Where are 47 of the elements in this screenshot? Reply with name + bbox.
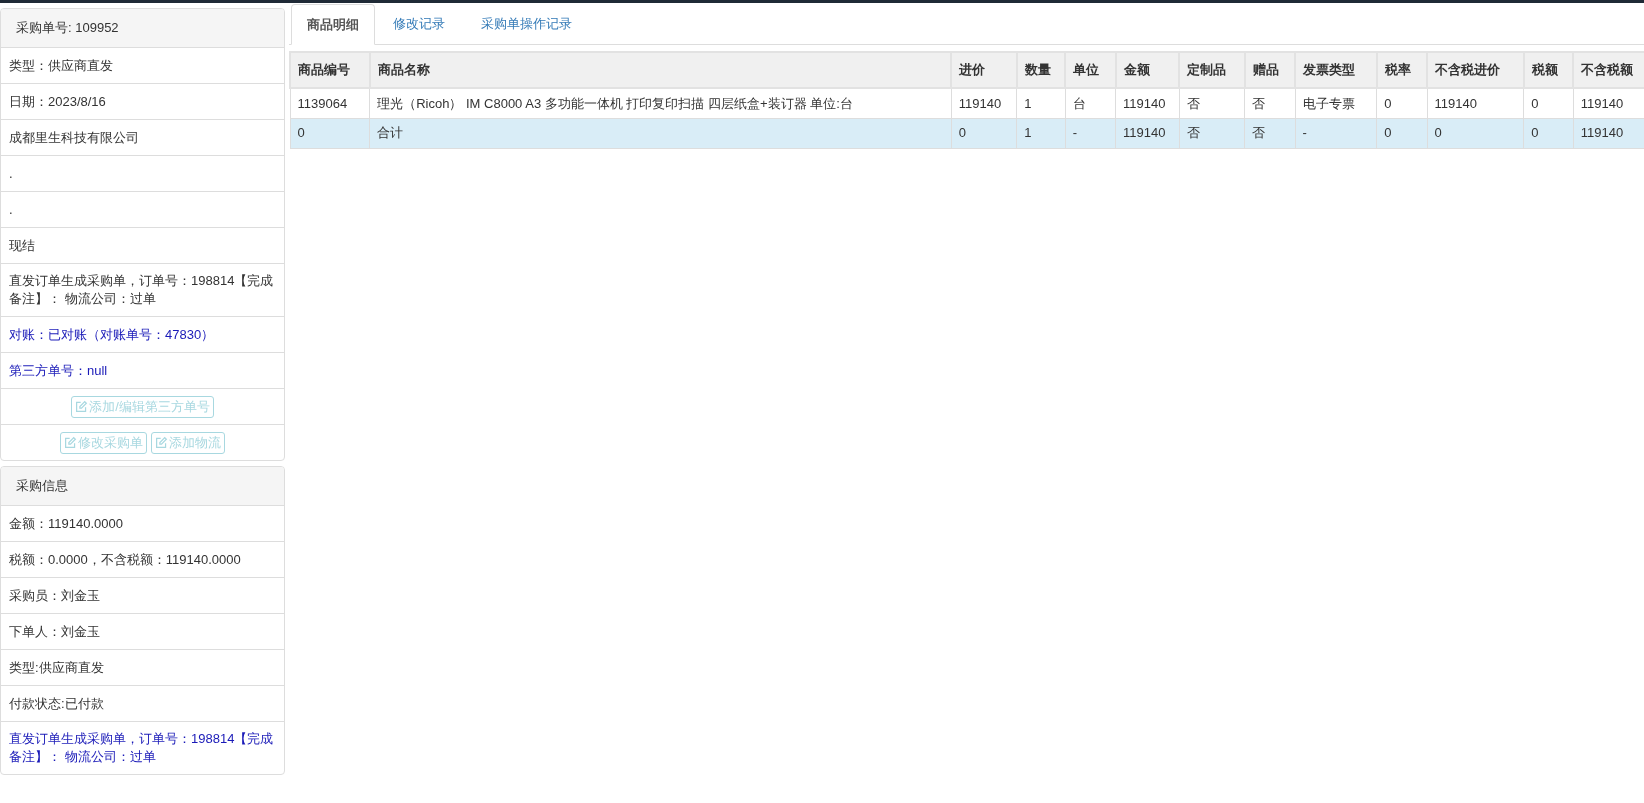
edit-icon [64, 436, 77, 449]
table-cell: 否 [1244, 88, 1295, 118]
info-text: 金额：119140.0000 [9, 514, 123, 533]
table-cell: 119140 [951, 88, 1017, 118]
tab[interactable]: 采购单操作记录 [463, 4, 590, 44]
table-cell: 0 [1376, 88, 1428, 118]
table-cell: 119140 [1115, 88, 1180, 118]
table-cell: 0 [1427, 118, 1524, 148]
column-header: 商品名称 [369, 52, 952, 88]
table-cell: 0 [1523, 118, 1574, 148]
table-cell: 1 [1016, 88, 1066, 118]
panel-title: 采购单号: 109952 [16, 19, 119, 38]
info-text: 成都里生科技有限公司 [9, 128, 139, 147]
info-text: . [9, 200, 13, 219]
table-cell: - [1295, 118, 1377, 148]
table-cell: 否 [1179, 88, 1245, 118]
table-cell: 电子专票 [1295, 88, 1377, 118]
info-text: 税额：0.0000，不含税额：119140.0000 [9, 550, 241, 569]
tab[interactable]: 修改记录 [375, 4, 463, 44]
table-cell: 否 [1179, 118, 1245, 148]
info-text: 采购员：刘金玉 [9, 586, 100, 605]
table-cell: 0 [1523, 88, 1574, 118]
table-cell: 119140 [1115, 118, 1180, 148]
table-cell: 0 [290, 118, 370, 148]
info-text: 类型:供应商直发 [9, 658, 104, 677]
table-cell: - [1065, 118, 1116, 148]
edit-icon [155, 436, 168, 449]
info-text: 日期：2023/8/16 [9, 92, 106, 111]
table-cell: 1 [1016, 118, 1066, 148]
table-cell: 1139064 [290, 88, 370, 118]
info-text: . [9, 164, 13, 183]
panel-title: 采购信息 [16, 477, 68, 496]
table-cell: 0 [1376, 118, 1428, 148]
table-cell: 119140 [1427, 88, 1524, 118]
table-cell: 否 [1244, 118, 1295, 148]
info-text: 直发订单生成采购单，订单号：198814【完成备注】： 物流公司：过单 [9, 272, 275, 308]
column-header: 商品编号 [290, 52, 370, 88]
info-text: 类型：供应商直发 [9, 56, 113, 75]
tab[interactable]: 商品明细 [291, 4, 375, 45]
edit-icon [75, 400, 89, 413]
table-cell: 合计 [369, 118, 952, 148]
info-text: 现结 [9, 236, 35, 255]
table-cell: 0 [951, 118, 1017, 148]
info-text: 付款状态:已付款 [9, 694, 104, 713]
table-cell: 台 [1065, 88, 1116, 118]
table-cell: 理光（Ricoh） IM C8000 A3 多功能一体机 打印复印扫描 四层纸盒+装订器 单位:台 [369, 88, 952, 118]
info-text: 下单人：刘金玉 [9, 622, 100, 641]
